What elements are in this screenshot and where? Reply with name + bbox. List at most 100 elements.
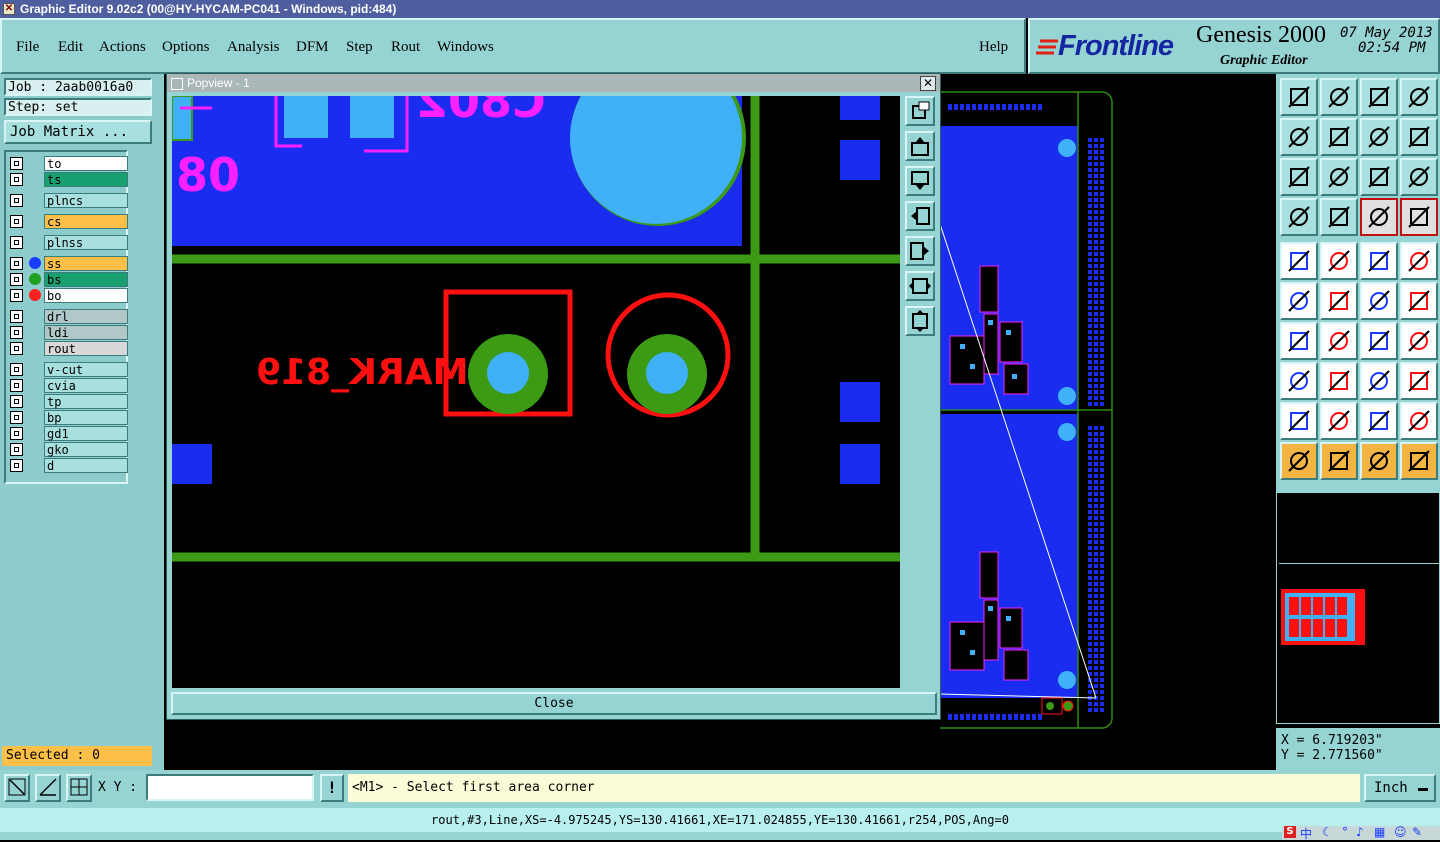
bracket-tool-icon[interactable] [1360, 362, 1398, 400]
arc-tool-icon[interactable] [1360, 322, 1398, 360]
layer-name[interactable]: ss [44, 256, 128, 271]
popview-pan-down-button[interactable] [905, 166, 935, 196]
layer-name[interactable]: v-cut [44, 362, 128, 377]
layer-row-bs[interactable]: bs [10, 272, 128, 287]
split-tool-icon[interactable] [1280, 362, 1318, 400]
menu-rout[interactable]: Rout [391, 39, 420, 56]
menu-edit[interactable]: Edit [58, 39, 83, 56]
layer-row-gko[interactable]: gko [10, 442, 128, 457]
popview-pan-up-button[interactable] [905, 131, 935, 161]
select-pointer-frame-icon[interactable] [1360, 442, 1398, 480]
popview-close-button[interactable]: Close [171, 692, 937, 715]
center-view-icon[interactable] [1320, 158, 1358, 196]
popview-fit-width-button[interactable] [905, 271, 935, 301]
pointer-select-icon[interactable] [1280, 442, 1318, 480]
layer-row-to[interactable]: to [10, 156, 128, 171]
layer-checkbox[interactable] [10, 273, 23, 286]
layer-checkbox[interactable] [10, 342, 23, 355]
layer-checkbox[interactable] [10, 427, 23, 440]
add-line-red-icon[interactable] [1320, 242, 1358, 280]
layer-checkbox[interactable] [10, 395, 23, 408]
layer-name[interactable]: drl [44, 309, 128, 324]
zoom-home-icon[interactable] [1280, 78, 1318, 116]
scale-1-2-icon[interactable] [1360, 158, 1398, 196]
copy-feature-icon[interactable] [1400, 282, 1438, 320]
snap-mode-icon[interactable] [4, 774, 30, 802]
layer-row-drl[interactable]: drl [10, 309, 128, 324]
layer-name[interactable]: ts [44, 172, 128, 187]
zoom-in-area-icon[interactable] [1320, 78, 1358, 116]
select-connect-icon[interactable] [1400, 442, 1438, 480]
layer-row-rout[interactable]: rout [10, 341, 128, 356]
layer-row-d[interactable]: d [10, 458, 128, 473]
ruler-icon[interactable] [1360, 242, 1398, 280]
mirror-tool-icon[interactable] [1400, 322, 1438, 360]
layer-name[interactable]: to [44, 156, 128, 171]
help-query-icon[interactable] [1400, 158, 1438, 196]
tray-settings-icon[interactable]: ✎ [1412, 825, 1422, 839]
ime-chinese-icon[interactable]: 中 [1300, 825, 1312, 842]
layer-name[interactable]: plncs [44, 193, 128, 208]
layer-name[interactable]: cvia [44, 378, 128, 393]
popview-canvas[interactable]: MARK_819 C802 08 [172, 96, 900, 688]
delete-feature-icon[interactable] [1320, 282, 1358, 320]
layer-checkbox[interactable] [10, 236, 23, 249]
layer-name[interactable]: gko [44, 442, 128, 457]
popview-close-icon[interactable]: ✕ [920, 76, 936, 91]
slash-tool-icon[interactable] [1280, 322, 1318, 360]
layer-checkbox[interactable] [10, 379, 23, 392]
layer-name[interactable]: gd1 [44, 426, 128, 441]
menu-help[interactable]: Help [979, 39, 1008, 56]
fit-all-icon[interactable] [1280, 158, 1318, 196]
layer-row-bo[interactable]: bo [10, 288, 128, 303]
layer-name[interactable]: tp [44, 394, 128, 409]
alert-button[interactable]: ! [320, 774, 344, 802]
layer-row-gd1[interactable]: gd1 [10, 426, 128, 441]
tray-dot-icon[interactable]: ° [1342, 825, 1348, 839]
xy-input[interactable] [146, 774, 314, 801]
popview-pan-right-button[interactable] [905, 236, 935, 266]
layer-checkbox[interactable] [10, 443, 23, 456]
layer-row-plnss[interactable]: plnss [10, 235, 128, 250]
menu-actions[interactable]: Actions [99, 39, 146, 56]
add-pad-icon[interactable] [1280, 242, 1318, 280]
layer-row-cs[interactable]: cs [10, 214, 128, 229]
layer-name[interactable]: bo [44, 288, 128, 303]
job-matrix-button[interactable]: Job Matrix ... [4, 120, 152, 144]
layer-checkbox[interactable] [10, 194, 23, 207]
tray-mic-icon[interactable]: ♪ [1356, 825, 1364, 839]
resize-feature-icon[interactable] [1360, 282, 1398, 320]
layer-row-plncs[interactable]: plncs [10, 193, 128, 208]
zoom-window-icon[interactable] [1400, 78, 1438, 116]
layer-row-v-cut[interactable]: v-cut [10, 362, 128, 377]
units-select[interactable]: Inch [1364, 774, 1436, 802]
layer-row-bp[interactable]: bp [10, 410, 128, 425]
layer-name[interactable]: bp [44, 410, 128, 425]
layer-checkbox[interactable] [10, 326, 23, 339]
layer-checkbox[interactable] [10, 157, 23, 170]
angle-snap-icon[interactable] [35, 774, 61, 802]
arch-tool-icon[interactable] [1360, 402, 1398, 440]
tray-user-icon[interactable]: ☺ [1394, 825, 1407, 839]
tray-keyboard-icon[interactable]: ▦ [1374, 825, 1385, 839]
layer-name[interactable]: plnss [44, 235, 128, 250]
overview-panel[interactable] [1276, 492, 1440, 724]
measure-tool-icon[interactable] [1280, 198, 1318, 236]
arch-cross-icon[interactable] [1400, 402, 1438, 440]
menu-dfm[interactable]: DFM [296, 39, 329, 56]
layer-name[interactable]: cs [44, 214, 128, 229]
triangle-line-icon[interactable] [1320, 402, 1358, 440]
menu-options[interactable]: Options [162, 39, 210, 56]
layer-checkbox[interactable] [10, 363, 23, 376]
layer-row-ldi[interactable]: ldi [10, 325, 128, 340]
board-canvas[interactable] [940, 74, 1276, 770]
select-box-icon[interactable] [1320, 442, 1358, 480]
add-circle-icon[interactable] [1400, 242, 1438, 280]
move-nodes-icon[interactable] [1280, 282, 1318, 320]
popview-pan-left-button[interactable] [905, 201, 935, 231]
line-draw-icon[interactable] [1320, 322, 1358, 360]
menu-analysis[interactable]: Analysis [227, 39, 280, 56]
layer-checkbox[interactable] [10, 459, 23, 472]
grid-snap-icon[interactable] [66, 774, 92, 802]
pan-left-icon[interactable] [1280, 118, 1318, 156]
